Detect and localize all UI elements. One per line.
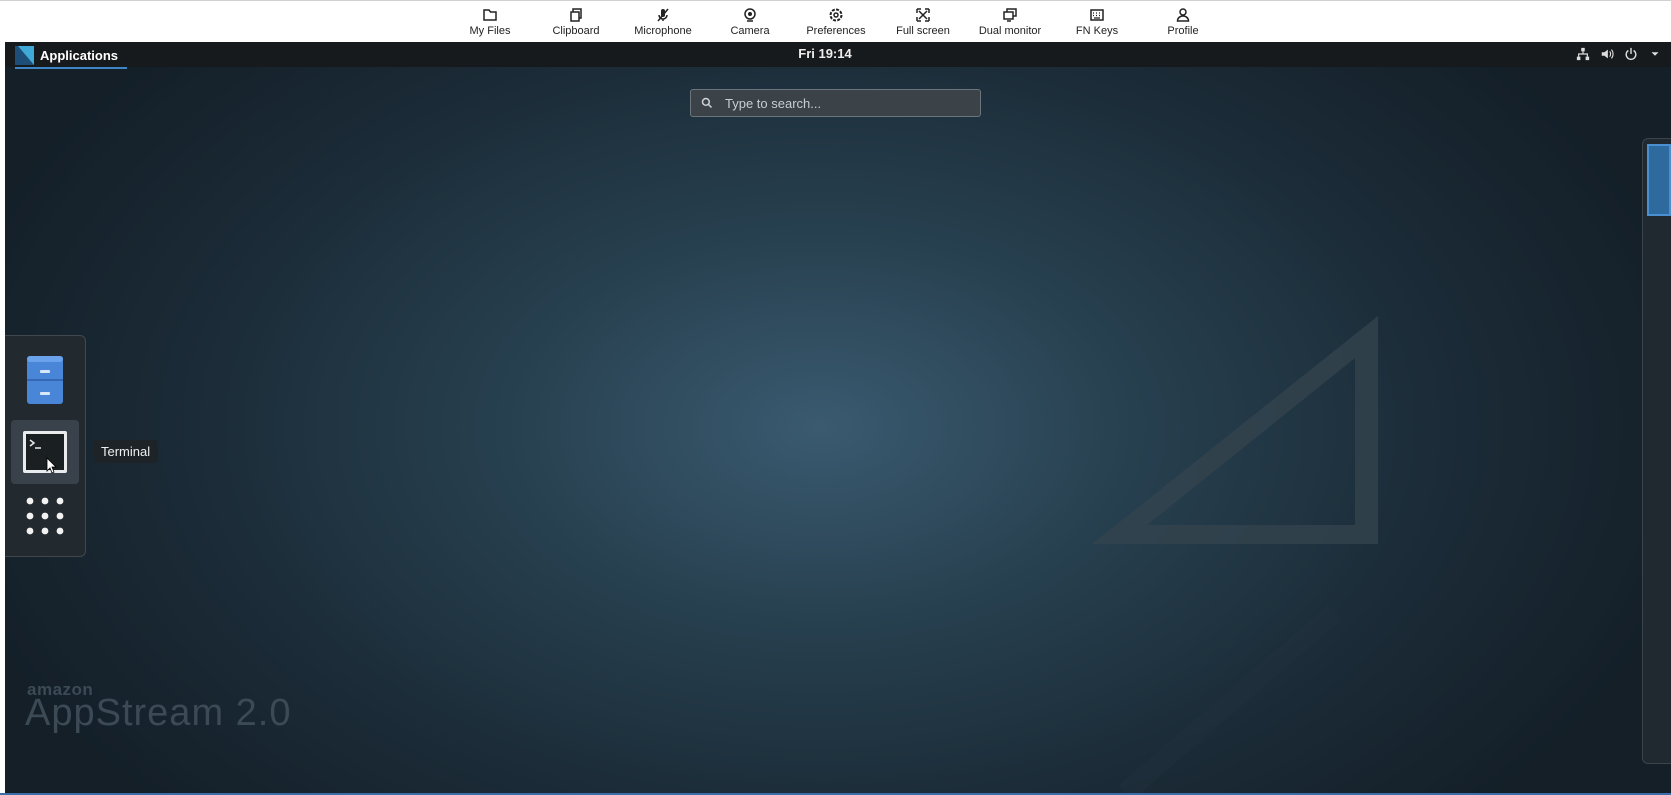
gear-icon [829, 8, 843, 22]
network-icon[interactable] [1575, 46, 1591, 62]
my-files-button[interactable]: My Files [450, 7, 530, 41]
terminal-tooltip: Terminal [93, 440, 159, 463]
search-input[interactable] [723, 94, 967, 112]
fullscreen-icon [916, 8, 930, 22]
search-box[interactable] [690, 89, 981, 117]
fn-keys-label: FN Keys [1075, 25, 1119, 37]
distro-logo-icon [15, 46, 34, 65]
show-apps-icon [26, 497, 64, 535]
applications-label: Applications [40, 48, 119, 63]
top-bar: Applications Fri 19:14 [5, 42, 1671, 69]
clipboard-button[interactable]: Clipboard [536, 7, 616, 41]
volume-icon[interactable] [1599, 46, 1615, 62]
terminal-launcher[interactable] [11, 420, 79, 484]
dash [5, 335, 86, 557]
microphone-button[interactable]: Microphone [623, 7, 703, 41]
dual-monitor-button[interactable]: Dual monitor [970, 7, 1050, 41]
folder-icon [483, 9, 497, 21]
camera-button[interactable]: Camera [710, 7, 790, 41]
clipboard-icon [570, 8, 582, 22]
dual-monitor-label: Dual monitor [978, 25, 1042, 37]
files-icon [27, 356, 63, 404]
watermark-appstream: AppStream 2.0 [25, 692, 292, 734]
chevron-down-icon[interactable] [1647, 46, 1663, 62]
full-screen-label: Full screen [896, 25, 950, 37]
keyboard-icon [1090, 9, 1104, 21]
applications-button[interactable]: Applications [15, 44, 127, 69]
workspace-thumbnail[interactable] [1647, 144, 1671, 216]
preferences-label: Preferences [806, 25, 866, 37]
microphone-muted-icon [657, 8, 669, 22]
camera-icon [744, 8, 756, 22]
my-files-label: My Files [469, 25, 511, 37]
user-icon [1176, 8, 1190, 22]
profile-button[interactable]: Profile [1143, 7, 1223, 41]
search-icon [701, 97, 713, 109]
camera-label: Camera [730, 25, 770, 37]
fn-keys-button[interactable]: FN Keys [1057, 7, 1137, 41]
terminal-icon [23, 431, 67, 474]
triangle-watermark [1092, 316, 1378, 793]
microphone-label: Microphone [634, 25, 692, 37]
clock[interactable]: Fri 19:14 [765, 46, 885, 61]
active-indicator [15, 67, 127, 69]
full-screen-button[interactable]: Full screen [883, 7, 963, 41]
show-applications-button[interactable] [11, 484, 79, 548]
desktop: Applications Fri 19:14 Type to search...… [5, 42, 1671, 793]
files-launcher[interactable] [11, 348, 79, 412]
profile-label: Profile [1167, 25, 1199, 37]
preferences-button[interactable]: Preferences [796, 7, 876, 41]
power-icon[interactable] [1623, 46, 1639, 62]
appstream-toolbar: My Files Clipboard Microphone Camera Pre… [0, 0, 1671, 43]
dual-monitor-icon [1003, 8, 1017, 22]
system-tray[interactable] [1575, 46, 1663, 62]
workspace-switcher [1642, 138, 1671, 764]
clipboard-label: Clipboard [552, 25, 600, 37]
